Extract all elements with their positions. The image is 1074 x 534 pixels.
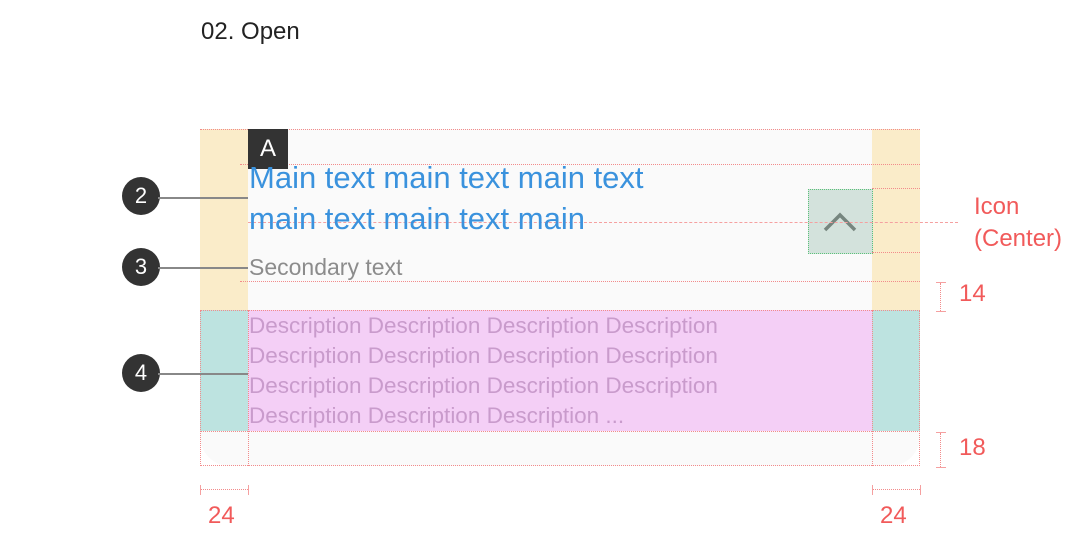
callout-badge: 4 [122, 354, 160, 392]
description-text: Description Description Description Desc… [249, 311, 718, 431]
main-text-line: main text main text main [249, 201, 585, 236]
left-desc-margin [200, 310, 248, 431]
main-text: Main text main text main text main text … [249, 157, 644, 239]
gap-bottom-value: 18 [959, 434, 986, 461]
spec-diagram: 02. Open A Main text main text main text… [0, 0, 1074, 534]
description-line: Description Description Description Desc… [249, 373, 718, 398]
description-line: Description Description Description Desc… [249, 343, 718, 368]
margin-right-value: 24 [880, 502, 907, 529]
secondary-text: Secondary text [249, 254, 403, 280]
icon-label-center: (Center) [974, 225, 1063, 252]
left-margin [200, 129, 248, 310]
diagram-title: 02. Open [201, 18, 300, 45]
right-desc-margin [872, 310, 920, 431]
callout-badge: 3 [122, 248, 160, 286]
icon-label: Icon [974, 193, 1020, 220]
gap-top-value: 14 [959, 280, 986, 307]
callout-badge: 2 [122, 177, 160, 215]
main-text-line: Main text main text main text [249, 160, 644, 195]
margin-left-value: 24 [208, 502, 235, 529]
right-margin [872, 129, 920, 310]
description-line: Description Description Description ... [249, 403, 625, 428]
description-line: Description Description Description Desc… [249, 313, 718, 338]
